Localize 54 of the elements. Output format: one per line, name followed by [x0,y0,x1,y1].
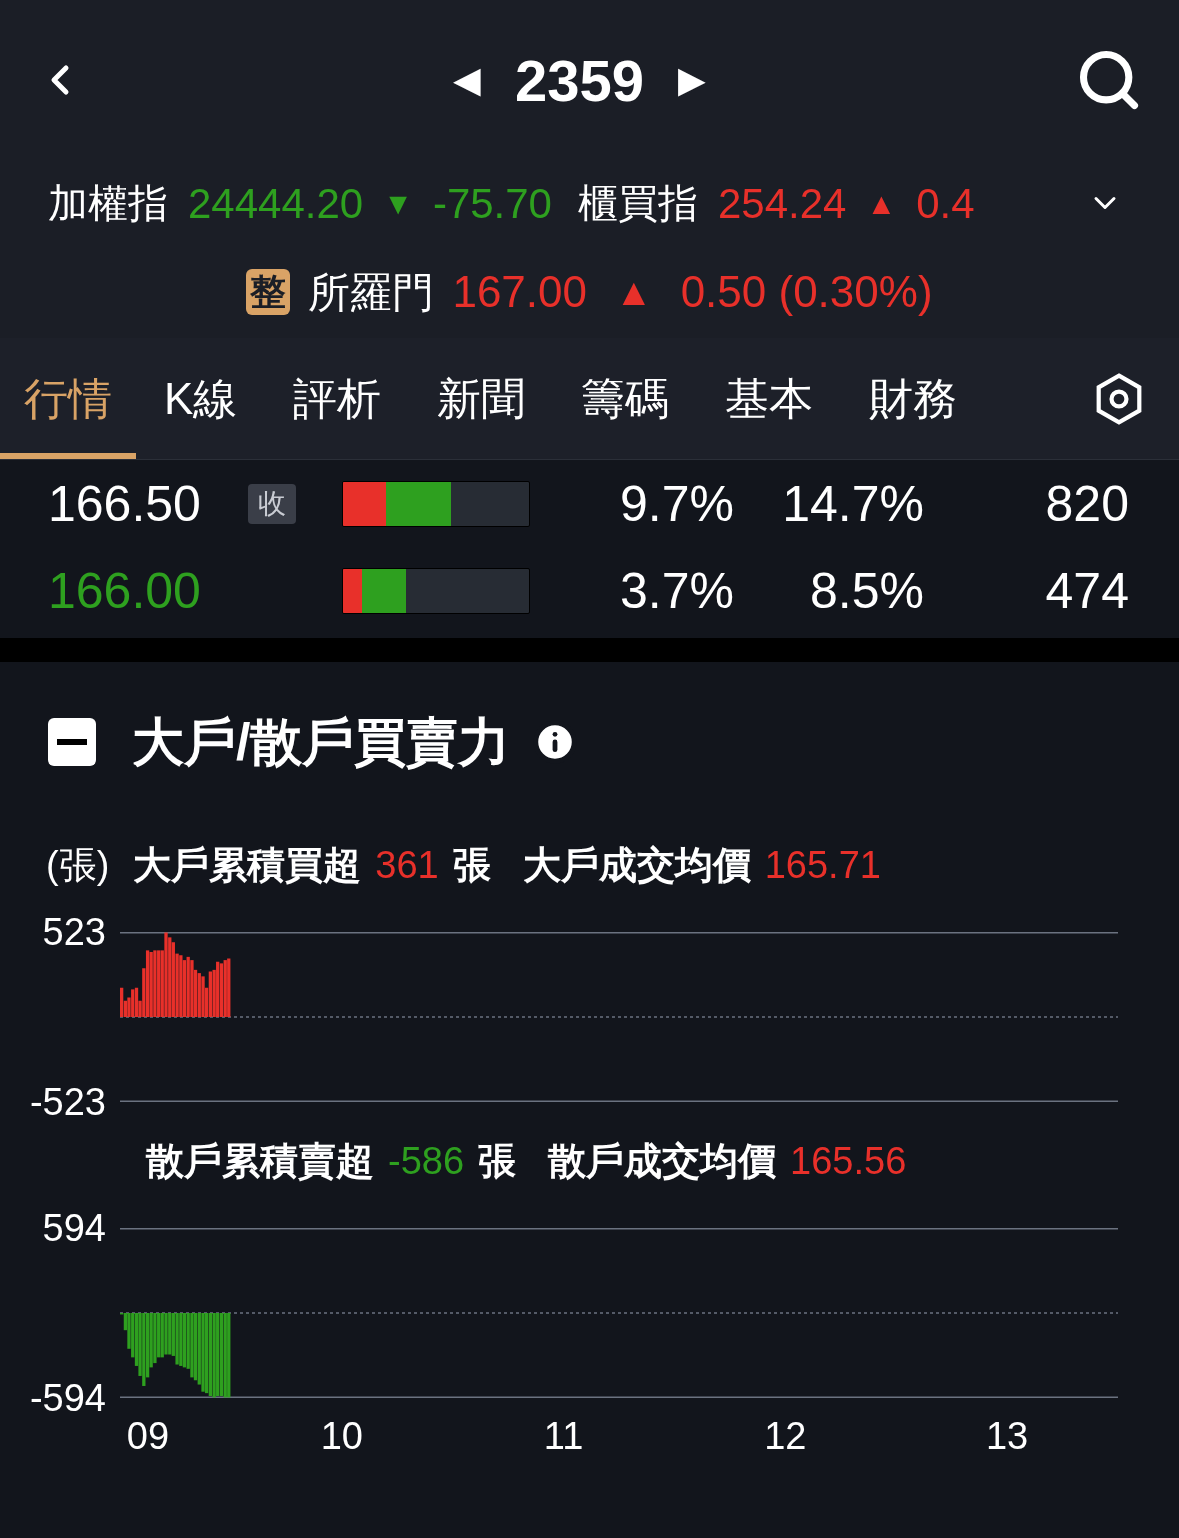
stock-change: 0.50 (0.30%) [680,266,933,318]
legend-label: 大戶成交均價 [522,842,751,888]
index-arrow: ▼ [383,185,413,222]
table-cell-text: 9.7% [619,474,734,534]
y-axis-label: -523 [29,1080,106,1125]
tab[interactable]: K線 [140,338,262,459]
legend-value: 165.71 [764,842,881,888]
badge: 整 [246,269,291,315]
legend-value: -586 [388,1138,465,1184]
tab[interactable]: 基本 [701,338,838,459]
legend-label: 散戶成交均價 [548,1138,777,1184]
stock-arrow: ▲ [615,269,653,315]
legend-label: 大戶累積買超 [133,842,362,888]
legend-value: 361 [375,842,439,888]
close-tag: 收 [248,484,296,524]
index-name: 櫃買指 [578,180,698,227]
x-axis-label: 12 [764,1414,807,1458]
y-axis-label: 594 [42,1206,106,1251]
stock-symbol: 2359 [515,46,644,115]
x-axis-label: 11 [543,1414,584,1458]
tab[interactable]: 評析 [269,338,406,459]
legend-value: 165.56 [790,1138,907,1184]
tab[interactable]: 新聞 [413,338,550,459]
table-cell-text: 3.7% [619,561,734,621]
x-axis-label: 10 [320,1414,363,1458]
index-value: 24444.20 [188,178,364,229]
y-axis-label: 523 [42,910,106,955]
x-axis-label: 13 [985,1414,1029,1458]
index-name: 加權指 [48,180,168,227]
x-axis-label: 09 [126,1414,170,1458]
table-cell-text: 474 [1044,561,1129,621]
section-title: 大戶/散戶買賣力 [132,712,511,773]
table-cell-text: 820 [1044,474,1129,534]
table-cell-text: 14.7% [781,474,924,534]
price-cell-text: 166.50 [48,474,202,534]
previous-stock-button[interactable]: ◀ [453,62,481,98]
next-stock-button[interactable]: ▶ [678,62,706,98]
index-value: 254.24 [718,178,847,229]
y-axis-label: -594 [29,1376,106,1421]
stock-price: 167.00 [452,266,587,318]
tab[interactable]: 財務 [845,338,982,459]
minus-icon [57,739,87,745]
unit-label: (張) [46,842,110,888]
collapse-button[interactable] [48,718,96,766]
index-arrow: ▲ [866,185,897,222]
legend-unit: 張 [478,1138,517,1184]
index-change: 0.4 [916,178,975,229]
legend-unit: 張 [452,842,491,888]
tab[interactable]: 籌碼 [557,338,694,459]
stock-name: 所羅門 [308,267,435,318]
legend-label: 散戶累積賣超 [146,1138,374,1184]
index-change: -75.70 [432,178,552,229]
price-cell-text: 166.00 [48,561,202,621]
table-cell-text: 8.5% [809,561,924,621]
